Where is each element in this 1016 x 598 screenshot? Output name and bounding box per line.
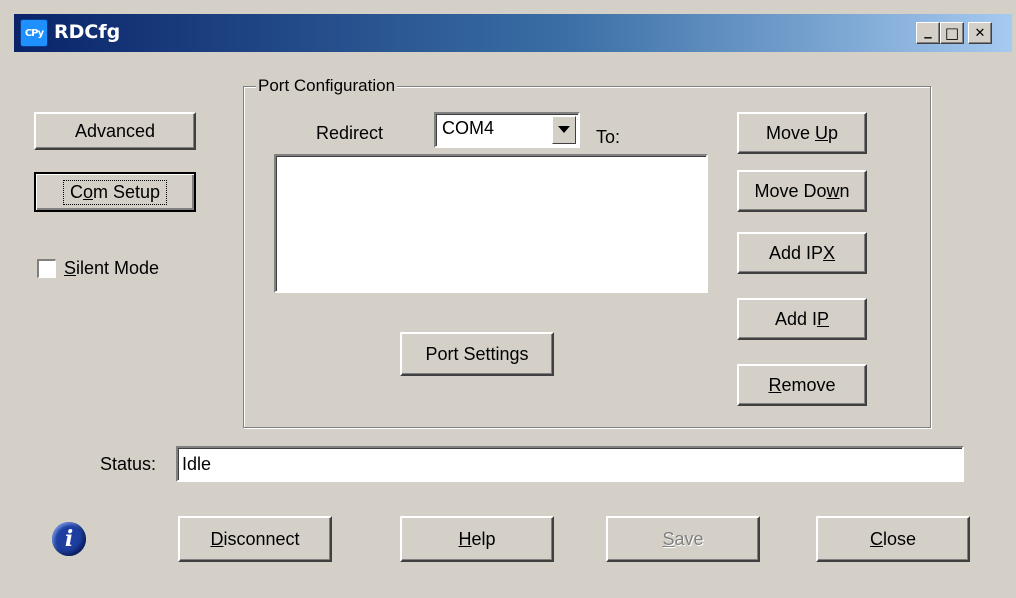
com-setup-button[interactable]: Com Setup xyxy=(34,172,196,212)
status-field: Idle xyxy=(176,446,964,482)
minimize-icon: _ xyxy=(924,21,932,39)
title-bar[interactable]: CPy RDCfg _ □ ✕ xyxy=(14,14,1012,52)
advanced-button[interactable]: Advanced xyxy=(34,112,196,150)
save-button[interactable]: Save xyxy=(606,516,760,562)
port-select-dropdown-button[interactable] xyxy=(552,116,576,144)
close-icon: ✕ xyxy=(974,25,986,41)
redirect-target-list[interactable] xyxy=(274,154,708,293)
status-value: Idle xyxy=(182,454,212,474)
remove-label: Remove xyxy=(768,374,836,395)
maximize-button[interactable]: □ xyxy=(940,22,964,44)
redirect-label: Redirect xyxy=(316,123,384,143)
add-ip-button[interactable]: Add IP xyxy=(737,298,867,340)
port-select[interactable]: COM4 xyxy=(434,112,580,148)
disconnect-label: Disconnect xyxy=(210,528,300,549)
advanced-label: Advanced xyxy=(74,120,156,141)
save-label: Save xyxy=(662,528,704,549)
to-label: To: xyxy=(596,127,621,147)
port-configuration-label: Port Configuration xyxy=(256,76,398,96)
port-settings-label: Port Settings xyxy=(425,343,529,364)
move-down-button[interactable]: Move Down xyxy=(737,170,867,212)
close-window-button[interactable]: ✕ xyxy=(968,22,992,44)
help-button[interactable]: Help xyxy=(400,516,554,562)
info-icon[interactable]: i xyxy=(52,522,86,556)
help-label: Help xyxy=(458,528,496,549)
disconnect-button[interactable]: Disconnect xyxy=(178,516,332,562)
maximize-icon: □ xyxy=(944,24,960,42)
move-up-button[interactable]: Move Up xyxy=(737,112,867,154)
com-setup-label: Com Setup xyxy=(62,179,168,205)
chevron-down-icon xyxy=(558,126,570,133)
move-up-label: Move Up xyxy=(765,122,839,143)
rdcfg-window: CPy RDCfg _ □ ✕ Advanced Com Setup Silen… xyxy=(0,0,1016,598)
add-ipx-label: Add IPX xyxy=(768,242,836,263)
silent-mode-checkbox[interactable] xyxy=(37,259,56,278)
add-ip-label: Add IP xyxy=(774,308,830,329)
port-settings-button[interactable]: Port Settings xyxy=(400,332,554,376)
silent-mode-label[interactable]: Silent Mode xyxy=(64,258,159,279)
status-label: Status: xyxy=(100,454,157,474)
add-ipx-button[interactable]: Add IPX xyxy=(737,232,867,274)
move-down-label: Move Down xyxy=(754,180,850,201)
close-label: Close xyxy=(869,528,917,549)
port-select-value: COM4 xyxy=(442,118,495,138)
minimize-button[interactable]: _ xyxy=(916,21,940,44)
close-button[interactable]: Close xyxy=(816,516,970,562)
app-icon-text: CPy xyxy=(24,27,44,39)
app-icon[interactable]: CPy xyxy=(20,19,48,47)
window-title: RDCfg xyxy=(54,21,121,43)
remove-button[interactable]: Remove xyxy=(737,364,867,406)
